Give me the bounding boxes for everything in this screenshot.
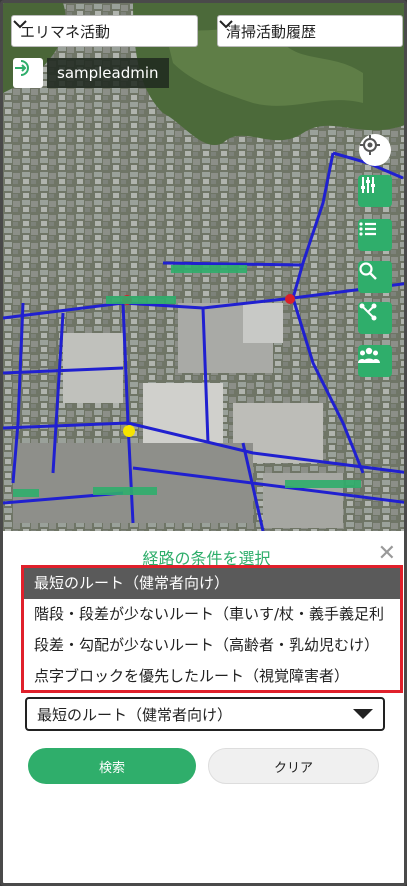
route-icon[interactable]	[358, 302, 392, 334]
route-option[interactable]: 段差・勾配が少ないルート（高齢者・乳幼児むけ）	[24, 630, 400, 661]
route-type-select[interactable]: 最短のルート（健常者向け）	[25, 697, 385, 731]
activity-category-label: エリマネ活動	[20, 22, 111, 41]
chevron-down-icon	[13, 20, 27, 29]
close-icon[interactable]: ✕	[378, 541, 396, 566]
clear-button[interactable]: クリア	[208, 748, 379, 784]
people-icon[interactable]	[358, 345, 392, 377]
user-chip[interactable]: sampleadmin	[13, 58, 169, 88]
list-icon[interactable]	[358, 219, 392, 251]
activity-history-select[interactable]: 清掃活動履歴	[217, 15, 403, 47]
filter-sliders-icon[interactable]	[358, 175, 392, 207]
app-frame: エリマネ活動 清掃活動履歴 sampleadmin 経路の条件を選択 ✕ 最短の…	[0, 0, 407, 886]
login-icon[interactable]	[13, 58, 43, 88]
activity-history-label: 清掃活動履歴	[226, 22, 317, 41]
route-type-selected: 最短のルート（健常者向け）	[37, 705, 233, 724]
route-option[interactable]: 最短のルート（健常者向け）	[24, 568, 400, 599]
route-option[interactable]: 点字ブロックを優先したルート（視覚障害者）	[24, 661, 400, 690]
route-option[interactable]: 階段・段差が少ないルート（車いす/杖・義手義足利	[24, 599, 400, 630]
activity-category-select[interactable]: エリマネ活動	[11, 15, 198, 47]
caret-down-icon	[353, 709, 373, 719]
username-label: sampleadmin	[47, 58, 169, 88]
search-icon[interactable]	[358, 261, 392, 293]
route-condition-panel: 経路の条件を選択 ✕ 最短のルート（健常者向け） 最短のルート（健常者向け） 階…	[9, 531, 404, 883]
search-button[interactable]: 検索	[28, 748, 196, 784]
map-view[interactable]: エリマネ活動 清掃活動履歴 sampleadmin	[3, 3, 404, 531]
route-options-dropdown[interactable]: 最短のルート（健常者向け） 階段・段差が少ないルート（車いす/杖・義手義足利 段…	[21, 565, 403, 693]
locate-icon[interactable]	[359, 134, 391, 166]
chevron-down-icon	[219, 20, 233, 29]
